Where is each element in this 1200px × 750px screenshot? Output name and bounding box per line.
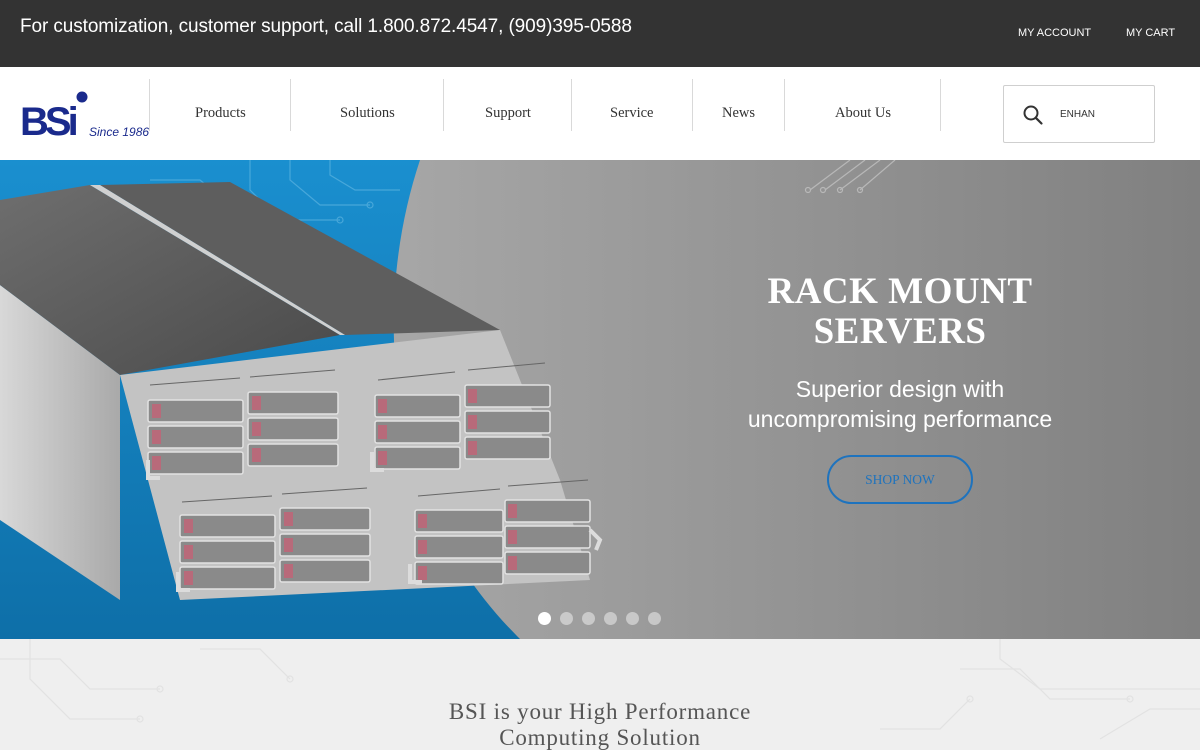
nav-divider [692, 79, 693, 131]
shop-now-button[interactable]: SHOP NOW [827, 455, 973, 504]
intro-title-line: BSI is your High Performance [448, 699, 752, 724]
svg-text:BSi: BSi [20, 100, 77, 139]
hero-subtitle-line: uncompromising performance [747, 406, 1053, 432]
nav-news[interactable]: News [722, 105, 755, 122]
carousel-dot[interactable] [538, 612, 551, 625]
intro-section: BSI is your High Performance Computing S… [0, 639, 1200, 750]
nav-service[interactable]: Service [610, 105, 653, 122]
bsi-logo[interactable]: BSi Since 1986 [20, 91, 150, 144]
carousel-dot[interactable] [582, 612, 595, 625]
nav-divider [443, 79, 444, 131]
main-header: BSi Since 1986 Products Solutions Suppor… [0, 67, 1200, 160]
nav-divider [571, 79, 572, 131]
hero-banner: RACK MOUNT SERVERS Superior design with … [0, 160, 1200, 639]
bsi-logo-mark: BSi Since 1986 [20, 91, 149, 144]
support-phone-text: For customization, customer support, cal… [20, 16, 632, 37]
intro-title: BSI is your High Performance Computing S… [350, 699, 850, 750]
search-icon[interactable] [1022, 104, 1044, 126]
nav-solutions[interactable]: Solutions [340, 105, 395, 122]
nav-products[interactable]: Products [195, 105, 246, 122]
nav-divider [784, 79, 785, 131]
hero-subtitle-line: Superior design with [795, 376, 1005, 402]
nav-support[interactable]: Support [485, 105, 531, 122]
hero-title-line: RACK MOUNT [767, 271, 1033, 312]
search-box[interactable] [1003, 85, 1155, 143]
carousel-dot[interactable] [604, 612, 617, 625]
nav-divider [290, 79, 291, 131]
hero-title-line: SERVERS [813, 311, 987, 352]
nav-divider [940, 79, 941, 131]
top-bar: For customization, customer support, cal… [0, 0, 1200, 67]
nav-about-us[interactable]: About Us [835, 105, 891, 122]
my-account-link[interactable]: MY ACCOUNT [1018, 27, 1091, 39]
hero-subtitle: Superior design with uncompromising perf… [700, 374, 1100, 434]
intro-title-line: Computing Solution [499, 725, 701, 750]
nav-divider [149, 79, 150, 131]
svg-text:Since 1986: Since 1986 [89, 125, 149, 139]
hero-title: RACK MOUNT SERVERS [700, 272, 1100, 352]
carousel-dot[interactable] [560, 612, 573, 625]
my-cart-link[interactable]: MY CART [1126, 27, 1175, 39]
carousel-dot[interactable] [648, 612, 661, 625]
carousel-dot[interactable] [626, 612, 639, 625]
search-input[interactable] [1060, 104, 1096, 124]
